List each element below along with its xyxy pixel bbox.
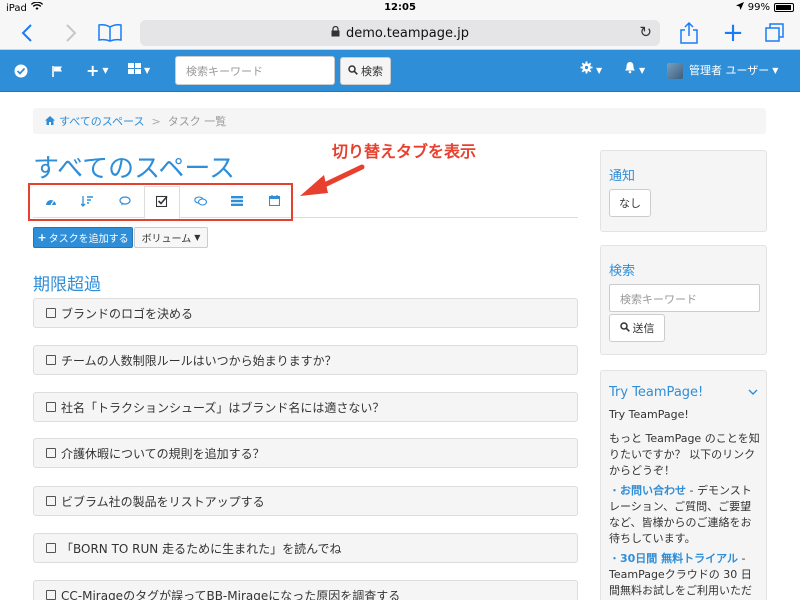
forward-icon[interactable] xyxy=(58,21,84,45)
search-panel: 検索 検索キーワード 送信 xyxy=(600,245,767,355)
grid-icon xyxy=(128,60,141,82)
breadcrumb-current: タスク 一覧 xyxy=(167,115,227,128)
task-title: 社名「トラクションシューズ」はブランド名には適さない？ xyxy=(61,400,385,415)
bell-icon xyxy=(624,60,636,82)
chevron-down-icon: ▼ xyxy=(102,66,109,75)
task-title: チームの人数制限ルールはいつから始まりますか？ xyxy=(61,353,337,368)
sidebar-search-input[interactable]: 検索キーワード xyxy=(609,284,760,312)
chevron-down-icon[interactable] xyxy=(748,385,758,399)
bullet-marker: ・ xyxy=(609,484,620,497)
checkbox-icon[interactable] xyxy=(46,543,56,553)
sidebar-search-submit-label: 送信 xyxy=(632,322,655,335)
breadcrumb-separator: > xyxy=(151,114,161,128)
task-title: 「BORN TO RUN 走るために生まれた」を読んでね xyxy=(61,541,342,556)
notifications-title: 通知 xyxy=(609,169,636,184)
plus-icon: + xyxy=(86,61,100,80)
navbar-search-label: 検索 xyxy=(361,65,383,78)
status-time: 12:05 xyxy=(384,2,416,13)
status-bar: iPad 12:05 99% xyxy=(0,0,800,16)
chevron-down-icon: ▼ xyxy=(596,66,603,75)
tabs-icon[interactable] xyxy=(762,21,788,45)
flag-icon[interactable] xyxy=(52,60,64,82)
teampage-logo-icon[interactable] xyxy=(14,60,28,82)
page-title: すべてのスペース xyxy=(33,154,236,184)
chevron-down-icon: ▼ xyxy=(144,66,151,75)
search-panel-title: 検索 xyxy=(609,264,636,279)
task-title: ビブラム社の製品をリストアップする xyxy=(61,494,265,509)
chevron-down-icon: ▼ xyxy=(194,233,201,242)
app-navbar: + ▼ ▼ 検索キーワード 検索 ▼ ▼ 管理者 ユーザー ▼ xyxy=(0,50,800,92)
free-trial-link[interactable]: 30日間 無料トライアル xyxy=(620,552,738,565)
task-row[interactable]: 介護休暇についての規則を追加する？ xyxy=(33,438,578,468)
url-text: demo.teampage.jp xyxy=(346,25,469,41)
checkbox-icon[interactable] xyxy=(46,496,56,506)
sidebar-search-submit-button[interactable]: 送信 xyxy=(609,314,665,342)
notifications-panel: 通知 なし xyxy=(600,150,767,232)
checkbox-icon[interactable] xyxy=(46,590,56,600)
volume-dropdown[interactable]: ボリューム ▼ xyxy=(134,227,208,248)
checkbox-icon[interactable] xyxy=(46,448,56,458)
search-icon xyxy=(619,321,630,335)
browser-toolbar: demo.teampage.jp ↻ + xyxy=(0,16,800,50)
battery-icon xyxy=(774,3,794,12)
user-name: 管理者 ユーザー xyxy=(689,64,770,77)
section-title-overdue: 期限超過 xyxy=(33,275,101,295)
avatar xyxy=(667,63,683,79)
user-menu[interactable]: 管理者 ユーザー ▼ xyxy=(667,60,778,82)
contact-item: ・お問い合わせ - デモンストレーション、ご質問、ご要望など、皆様からのご連絡を… xyxy=(609,483,761,547)
home-icon[interactable] xyxy=(45,115,55,128)
task-title: ブランドのロゴを決める xyxy=(61,306,194,321)
back-icon[interactable] xyxy=(14,21,40,45)
navbar-search-input[interactable]: 検索キーワード xyxy=(175,56,335,85)
location-icon xyxy=(735,2,744,13)
volume-label: ボリューム xyxy=(141,234,192,245)
bookmarks-icon[interactable] xyxy=(96,21,124,45)
task-row[interactable]: 「BORN TO RUN 走るために生まれた」を読んでね xyxy=(33,533,578,563)
task-row[interactable]: 社名「トラクションシューズ」はブランド名には適さない？ xyxy=(33,392,578,422)
plus-icon: + xyxy=(37,231,47,244)
breadcrumb-home-link[interactable]: すべてのスペース xyxy=(59,113,144,129)
bullet-marker: ・ xyxy=(609,552,620,565)
apps-menu[interactable]: ▼ xyxy=(128,60,150,82)
annotation-label: 切り替えタブを表示 xyxy=(332,142,477,161)
chevron-down-icon: ▼ xyxy=(639,66,646,75)
navbar-search-button[interactable]: 検索 xyxy=(340,57,391,85)
add-task-label: タスクを追加する xyxy=(48,234,129,245)
checkbox-icon[interactable] xyxy=(46,355,56,365)
try-teampage-title: Try TeamPage! xyxy=(609,385,704,400)
checkbox-icon[interactable] xyxy=(46,402,56,412)
breadcrumb: すべてのスペース > タスク 一覧 xyxy=(33,108,766,134)
settings-menu[interactable]: ▼ xyxy=(580,60,602,82)
notifications-menu[interactable]: ▼ xyxy=(624,60,645,82)
add-menu[interactable]: + ▼ xyxy=(86,60,109,82)
task-title: 介護休暇についての規則を追加する？ xyxy=(61,446,265,461)
search-icon xyxy=(348,64,358,78)
checkbox-icon[interactable] xyxy=(46,308,56,318)
try-teampage-intro: もっと TeamPage のことを知りたいですか？ 以下のリンクからどうぞ！ xyxy=(609,432,760,477)
new-tab-icon[interactable]: + xyxy=(720,20,746,46)
task-row[interactable]: ブランドのロゴを決める xyxy=(33,298,578,328)
add-task-button[interactable]: + タスクを追加する xyxy=(33,227,133,248)
task-title: CC-Mirageのタグが誤ってBB-Mirageになった原因を調査する xyxy=(61,588,401,600)
task-row[interactable]: チームの人数制限ルールはいつから始まりますか？ xyxy=(33,345,578,375)
share-icon[interactable] xyxy=(676,21,702,45)
url-bar[interactable]: demo.teampage.jp ↻ xyxy=(140,20,660,46)
lock-icon xyxy=(331,25,340,41)
gear-icon xyxy=(580,60,593,82)
reload-icon[interactable]: ↻ xyxy=(639,23,652,41)
battery-percent: 99% xyxy=(747,2,770,13)
try-teampage-panel: Try TeamPage! Try TeamPage! もっと TeamPage… xyxy=(600,370,767,600)
free-trial-item: ・30日間 無料トライアル - TeamPageクラウドの 30 日間無料お試し… xyxy=(609,551,761,600)
notifications-none-button[interactable]: なし xyxy=(609,189,651,217)
try-teampage-subtitle: Try TeamPage! xyxy=(609,408,689,421)
tabs-highlight-box xyxy=(28,183,293,221)
task-row[interactable]: CC-Mirageのタグが誤ってBB-Mirageになった原因を調査する xyxy=(33,580,578,600)
chevron-down-icon: ▼ xyxy=(772,66,779,75)
task-row[interactable]: ビブラム社の製品をリストアップする xyxy=(33,486,578,516)
contact-link[interactable]: お問い合わせ xyxy=(620,484,686,497)
